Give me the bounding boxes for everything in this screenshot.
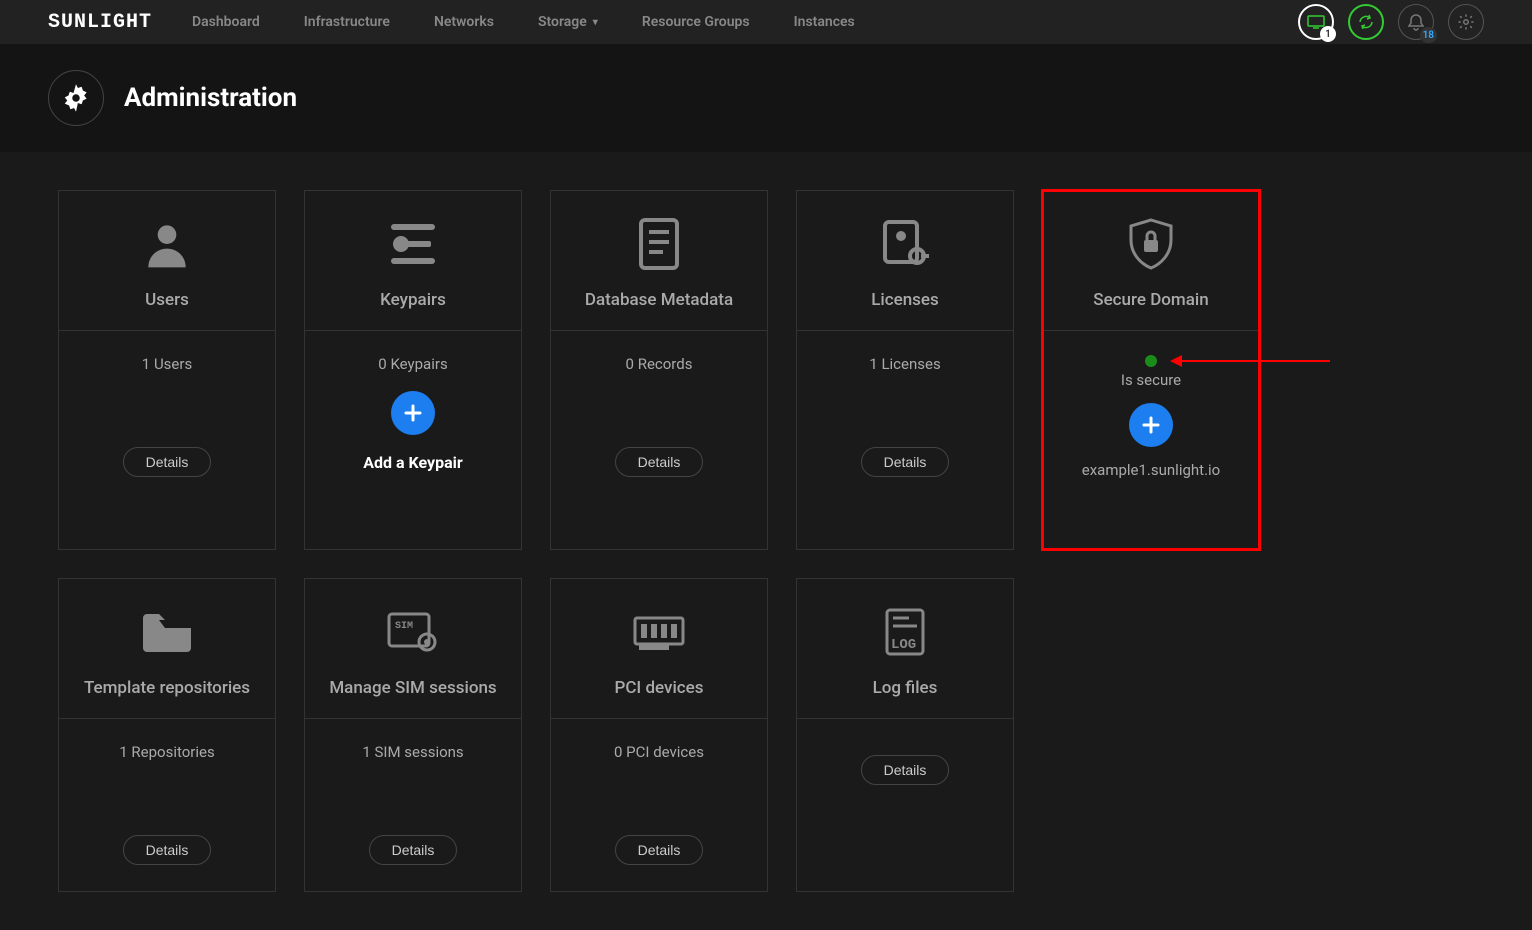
logo: SUNLIGHT	[48, 11, 152, 34]
nav-dashboard[interactable]: Dashboard	[192, 14, 260, 30]
top-nav: SUNLIGHT Dashboard Infrastructure Networ…	[0, 0, 1532, 44]
document-icon	[635, 214, 683, 274]
card-title: PCI devices	[614, 678, 703, 698]
card-title: Template repositories	[84, 678, 250, 698]
card-stat: 1 Licenses	[869, 355, 940, 373]
card-log-files: LOG Log files Details	[796, 578, 1014, 892]
nav-right: 1 18	[1298, 4, 1484, 40]
card-top: SIM Manage SIM sessions	[305, 579, 521, 719]
key-icon	[383, 214, 443, 274]
card-stat: 1 Repositories	[119, 743, 214, 761]
status-dot	[1145, 355, 1157, 367]
nav-storage[interactable]: Storage ▾	[538, 14, 598, 30]
monitor-badge: 1	[1320, 26, 1336, 42]
nav-items: Dashboard Infrastructure Networks Storag…	[192, 14, 1298, 30]
svg-text:SIM: SIM	[395, 621, 413, 632]
log-icon: LOG	[879, 602, 931, 662]
user-icon	[139, 214, 195, 274]
details-button[interactable]: Details	[123, 447, 212, 477]
details-button[interactable]: Details	[615, 835, 704, 865]
settings-button[interactable]	[1448, 4, 1484, 40]
card-body: 1 Licenses Details	[797, 331, 1013, 503]
sync-button[interactable]	[1348, 4, 1384, 40]
card-stat: 1 SIM sessions	[362, 743, 463, 761]
nav-resource-groups[interactable]: Resource Groups	[642, 14, 750, 30]
card-body: 0 Records Details	[551, 331, 767, 503]
card-licenses: Licenses 1 Licenses Details	[796, 190, 1014, 550]
annotation-arrow	[1180, 360, 1330, 362]
card-database-metadata: Database Metadata 0 Records Details	[550, 190, 768, 550]
folder-icon	[137, 602, 197, 662]
admin-grid: Users 1 Users Details Keypairs 0 Keypair…	[0, 152, 1532, 930]
svg-text:LOG: LOG	[891, 637, 916, 653]
card-top: Database Metadata	[551, 191, 767, 331]
card-title: Log files	[873, 678, 938, 698]
gear-icon	[1457, 13, 1475, 31]
notifications-badge: 18	[1420, 27, 1437, 43]
card-top: Secure Domain	[1043, 191, 1259, 331]
card-body: Is secure example1.sunlight.io	[1043, 331, 1259, 505]
card-body: 1 Users Details	[59, 331, 275, 503]
card-secure-domain: Secure Domain Is secure example1.sunligh…	[1042, 190, 1260, 550]
card-top: Licenses	[797, 191, 1013, 331]
card-title: Secure Domain	[1093, 290, 1208, 310]
add-keypair-label: Add a Keypair	[363, 453, 463, 472]
chevron-down-icon: ▾	[593, 17, 598, 28]
sync-icon	[1357, 13, 1375, 31]
card-title: Database Metadata	[585, 290, 733, 310]
details-button[interactable]: Details	[123, 835, 212, 865]
card-keypairs: Keypairs 0 Keypairs Add a Keypair	[304, 190, 522, 550]
nav-instances[interactable]: Instances	[794, 14, 855, 30]
nav-storage-label: Storage	[538, 14, 587, 30]
card-title: Keypairs	[380, 290, 446, 310]
nav-networks[interactable]: Networks	[434, 14, 494, 30]
card-pci-devices: PCI devices 0 PCI devices Details	[550, 578, 768, 892]
sim-icon: SIM	[383, 602, 443, 662]
card-body: Details	[797, 719, 1013, 811]
card-body: 0 Keypairs Add a Keypair	[305, 331, 521, 498]
card-stat: 0 PCI devices	[614, 743, 704, 761]
page-title: Administration	[124, 83, 297, 113]
notifications-button[interactable]: 18	[1398, 4, 1434, 40]
add-keypair-button[interactable]	[391, 391, 435, 435]
details-button[interactable]: Details	[615, 447, 704, 477]
plus-icon	[1139, 413, 1163, 437]
card-stat: 0 Records	[626, 355, 693, 373]
card-sim-sessions: SIM Manage SIM sessions 1 SIM sessions D…	[304, 578, 522, 892]
card-template-repositories: Template repositories 1 Repositories Det…	[58, 578, 276, 892]
plus-icon	[401, 401, 425, 425]
card-users: Users 1 Users Details	[58, 190, 276, 550]
card-body: 1 SIM sessions Details	[305, 719, 521, 891]
domain-text: example1.sunlight.io	[1082, 461, 1220, 479]
card-stat: 0 Keypairs	[378, 355, 447, 373]
gear-icon	[61, 83, 91, 113]
card-top: Template repositories	[59, 579, 275, 719]
title-bar: Administration	[0, 44, 1532, 152]
details-button[interactable]: Details	[369, 835, 458, 865]
card-body: 0 PCI devices Details	[551, 719, 767, 891]
card-title: Licenses	[871, 290, 939, 310]
card-stat: 1 Users	[142, 355, 192, 373]
card-top: PCI devices	[551, 579, 767, 719]
card-top: LOG Log files	[797, 579, 1013, 719]
status-text: Is secure	[1121, 371, 1181, 389]
card-top: Users	[59, 191, 275, 331]
license-icon	[877, 214, 933, 274]
add-domain-button[interactable]	[1129, 403, 1173, 447]
page-title-icon-wrap	[48, 70, 104, 126]
nav-infrastructure[interactable]: Infrastructure	[304, 14, 390, 30]
details-button[interactable]: Details	[861, 447, 950, 477]
card-title: Users	[145, 290, 189, 310]
monitor-button[interactable]: 1	[1298, 4, 1334, 40]
pci-icon	[629, 602, 689, 662]
card-title: Manage SIM sessions	[329, 678, 496, 698]
card-top: Keypairs	[305, 191, 521, 331]
details-button[interactable]: Details	[861, 755, 950, 785]
card-body: 1 Repositories Details	[59, 719, 275, 891]
shield-lock-icon	[1125, 214, 1177, 274]
